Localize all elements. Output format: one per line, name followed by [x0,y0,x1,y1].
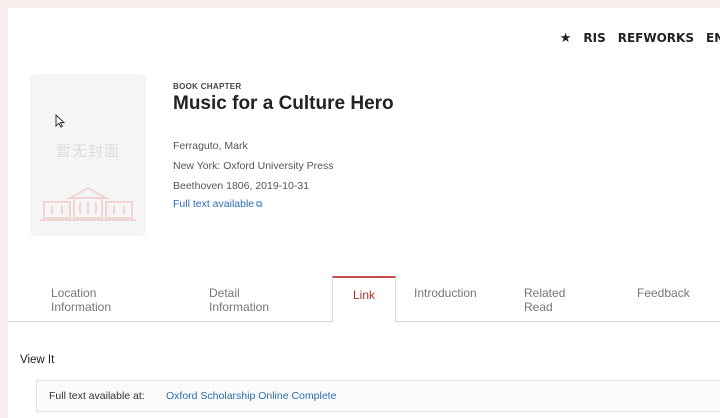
tab-introduction[interactable]: Introduction [414,276,504,320]
record-type: BOOK CHAPTER [173,82,242,91]
tab-label: Location Information [51,286,112,314]
fulltext-row-label: Full text available at: [49,390,145,402]
no-cover-text: 暂无封面 [55,143,120,160]
fulltext-available-link[interactable]: Full text available ⧉ [173,198,263,210]
endnote-button[interactable]: EN [706,31,720,45]
tab-detail-information[interactable]: Detail Information [209,276,319,320]
tab-label: Detail Information [209,286,270,314]
record-panel: ★ RIS REFWORKS EN 暂无封面 BOOK CHAPTER Musi… [8,8,720,418]
cursor-icon [55,114,65,128]
record-source: Beethoven 1806, 2019-10-31 [173,180,310,192]
record-title: Music for a Culture Hero [173,93,394,114]
tab-label: Link [352,288,375,302]
cover-image-placeholder: 暂无封面 [32,76,144,234]
fulltext-link-label: Full text available [173,198,255,210]
view-it-heading: View It [20,354,55,366]
tab-location-information[interactable]: Location Information [51,276,161,320]
ris-button[interactable]: RIS [583,31,605,45]
record-author[interactable]: Ferraguto, Mark [173,140,248,152]
tab-label: Related Read [524,286,566,314]
tab-related-read[interactable]: Related Read [524,276,604,320]
tab-label: Introduction [414,286,477,300]
export-toolbar: ★ RIS REFWORKS EN [560,28,720,48]
fulltext-source-row: Full text available at: Oxford Scholarsh… [36,380,720,412]
oxford-scholarship-link[interactable]: Oxford Scholarship Online Complete [166,381,336,411]
tab-feedback[interactable]: Feedback [637,276,717,320]
record-tabs: Location Information Detail Information Li… [8,276,720,323]
star-icon[interactable]: ★ [560,31,572,46]
tab-link[interactable]: Link [332,276,396,323]
record-publisher: New York: Oxford University Press [173,160,334,172]
library-building-icon [40,186,136,221]
refworks-button[interactable]: REFWORKS [618,31,694,45]
tab-label: Feedback [637,286,690,300]
external-link-icon: ⧉ [256,199,263,209]
record-metadata: BOOK CHAPTER Music for a Culture Hero Fe… [173,82,394,210]
